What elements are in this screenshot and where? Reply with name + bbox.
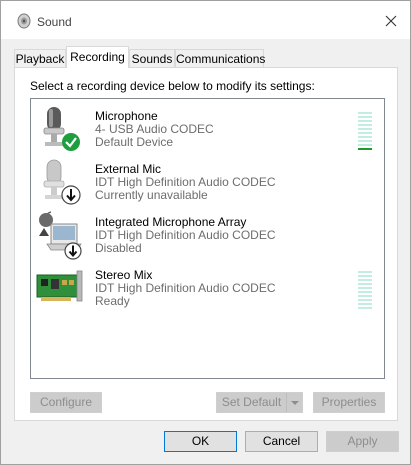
meter-segment — [358, 112, 372, 114]
configure-button[interactable]: Configure — [30, 392, 102, 413]
meter-segment — [358, 116, 372, 118]
window-title: Sound — [37, 15, 72, 29]
meter-segment — [358, 303, 372, 305]
title-bar: Sound — [1, 1, 410, 39]
recording-panel: Select a recording device below to modif… — [14, 67, 398, 421]
meter-segment — [358, 295, 372, 297]
tab-communications[interactable]: Communications — [175, 49, 265, 67]
sound-card-icon — [36, 270, 83, 302]
device-stereo-mix[interactable]: Stereo Mix IDT High Definition Audio COD… — [31, 261, 384, 313]
device-status: Disabled — [95, 241, 142, 255]
device-list: Microphone 4- USB Audio CODEC Default De… — [30, 98, 385, 379]
apply-button[interactable]: Apply — [326, 431, 399, 452]
device-driver: IDT High Definition Audio CODEC — [95, 175, 276, 189]
speaker-icon — [17, 13, 31, 29]
instruction-text: Select a recording device below to modif… — [30, 79, 315, 93]
level-meter — [358, 267, 372, 309]
device-status: Ready — [95, 294, 130, 308]
device-external-mic[interactable]: External Mic IDT High Definition Audio C… — [31, 155, 384, 207]
mic-array-disabled-icon — [39, 211, 82, 260]
meter-segment — [358, 144, 372, 146]
meter-segment — [358, 299, 372, 301]
device-integrated-mic-array[interactable]: Integrated Microphone Array IDT High Def… — [31, 208, 384, 260]
meter-segment — [358, 136, 372, 138]
meter-segment — [358, 279, 372, 281]
close-icon[interactable] — [378, 9, 404, 33]
meter-segment — [358, 307, 372, 309]
tab-playback[interactable]: Playback — [14, 49, 66, 67]
device-driver: 4- USB Audio CODEC — [95, 122, 214, 136]
set-default-label: Set Default — [221, 395, 282, 409]
device-driver: IDT High Definition Audio CODEC — [95, 228, 276, 242]
microphone-default-icon — [43, 107, 80, 151]
set-default-button[interactable]: Set Default — [216, 392, 303, 413]
meter-segment — [358, 283, 372, 285]
meter-segment — [358, 132, 372, 134]
device-microphone[interactable]: Microphone 4- USB Audio CODEC Default De… — [31, 102, 384, 154]
ok-button[interactable]: OK — [164, 431, 237, 452]
set-default-dropdown[interactable] — [286, 393, 302, 412]
meter-segment — [358, 124, 372, 126]
meter-segment — [358, 128, 372, 130]
meter-segment — [358, 287, 372, 289]
tab-recording[interactable]: Recording — [66, 46, 129, 68]
meter-segment — [358, 275, 372, 277]
cancel-button[interactable]: Cancel — [245, 431, 318, 452]
device-name: Integrated Microphone Array — [95, 215, 247, 229]
device-name: Microphone — [95, 109, 158, 123]
tab-sounds[interactable]: Sounds — [129, 49, 175, 67]
device-name: External Mic — [95, 162, 162, 176]
properties-button[interactable]: Properties — [313, 392, 385, 413]
meter-segment — [358, 148, 372, 150]
microphone-unavailable-icon — [43, 159, 81, 205]
meter-segment — [358, 120, 372, 122]
meter-segment — [358, 271, 372, 273]
sound-dialog: Sound Playback Recording Sounds Communic… — [0, 0, 411, 465]
device-status: Default Device — [95, 135, 174, 149]
meter-segment — [358, 140, 372, 142]
device-name: Stereo Mix — [95, 268, 153, 282]
level-meter — [358, 108, 372, 150]
device-driver: IDT High Definition Audio CODEC — [95, 281, 276, 295]
chevron-down-icon — [291, 401, 299, 405]
meter-segment — [358, 291, 372, 293]
device-status: Currently unavailable — [95, 188, 208, 202]
